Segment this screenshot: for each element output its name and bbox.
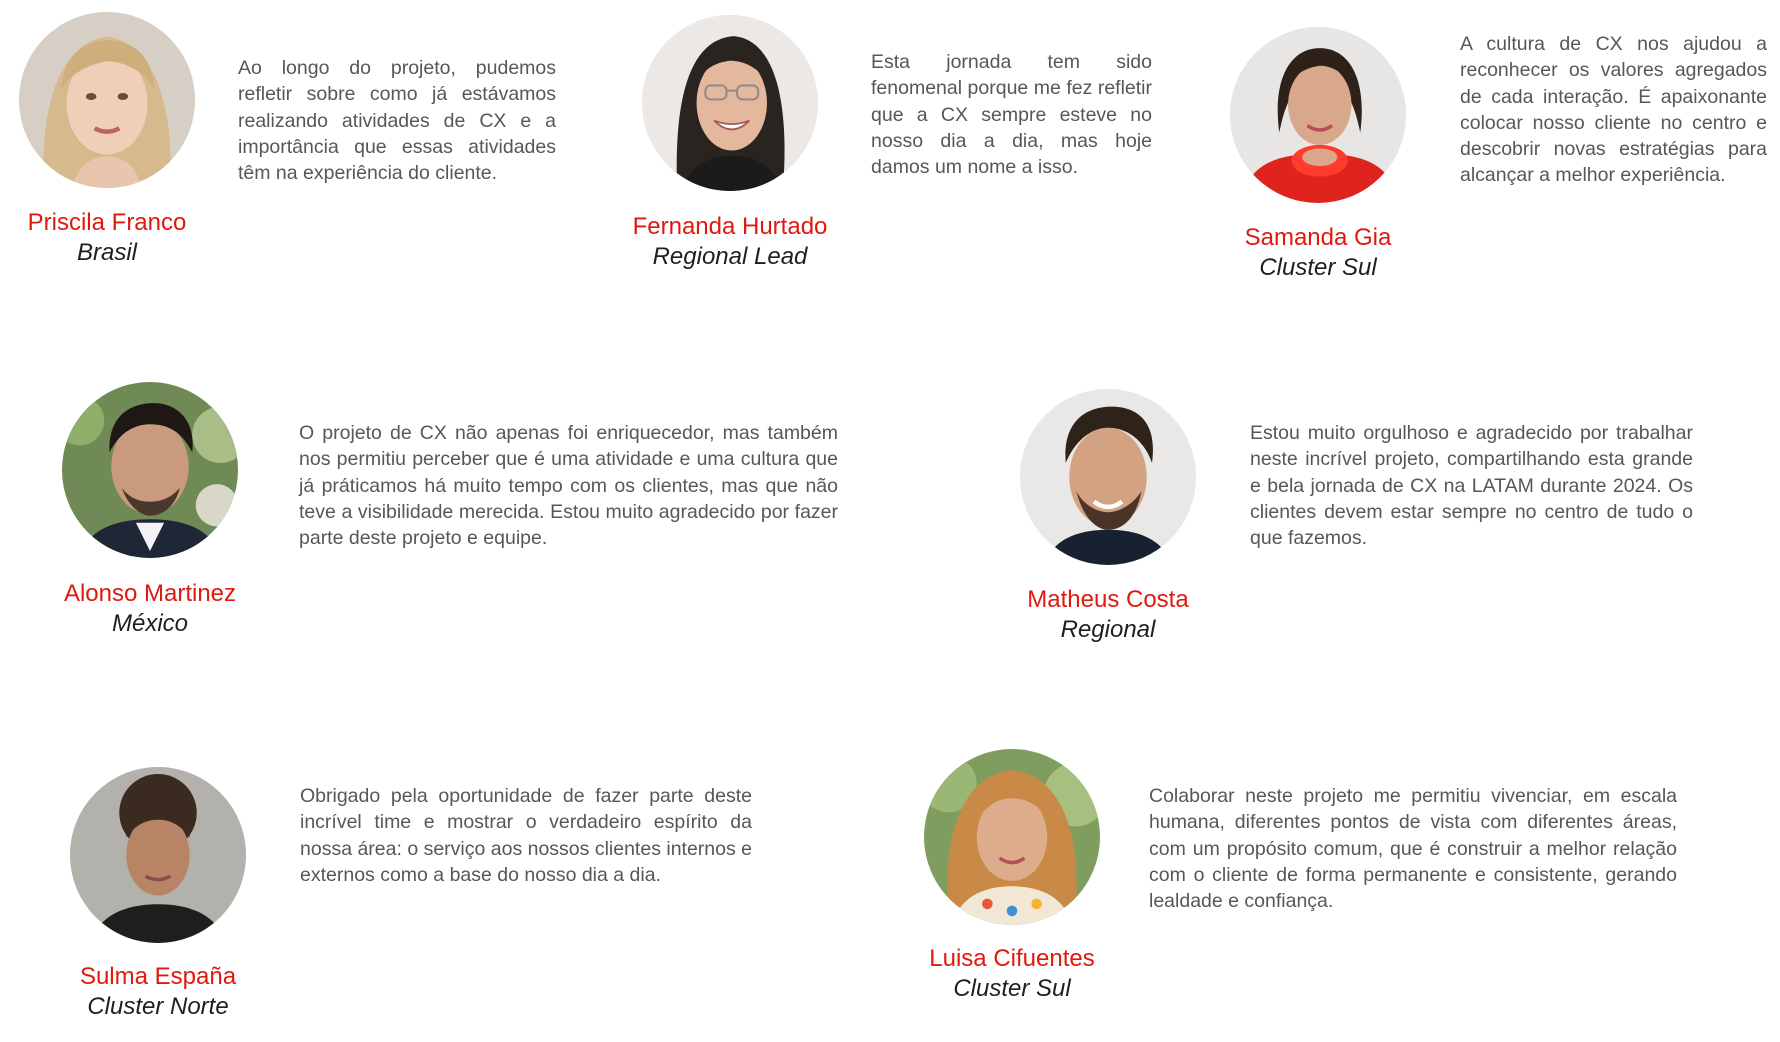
testimonial-quote: Obrigado pela oportunidade de fazer part… bbox=[300, 785, 752, 886]
testimonial-role: Regional bbox=[1060, 616, 1156, 643]
avatar-alonso-martinez bbox=[62, 382, 238, 558]
avatar-sulma-espana bbox=[70, 767, 246, 943]
testimonial-quote: A cultura de CX nos ajudou a reconhecer … bbox=[1460, 33, 1767, 187]
testimonial-name: Luisa Cifuentes bbox=[929, 945, 1095, 972]
avatar-fernanda-hurtado bbox=[642, 15, 818, 191]
avatar-matheus-costa bbox=[1020, 389, 1196, 565]
testimonial-role: Regional Lead bbox=[652, 243, 808, 270]
avatar-priscila-franco bbox=[19, 12, 195, 188]
portrait-samanda-gia bbox=[1230, 27, 1406, 203]
testimonial-name: Matheus Costa bbox=[1027, 586, 1189, 613]
testimonial-quote: O projeto de CX não apenas foi enriquece… bbox=[299, 422, 838, 550]
testimonial-role: Cluster Norte bbox=[87, 993, 229, 1020]
testimonial-name: Sulma España bbox=[79, 963, 237, 990]
testimonial-quote: Esta jornada tem sido fenomenal porque m… bbox=[871, 51, 1152, 179]
portrait-alonso-martinez bbox=[62, 382, 238, 558]
portrait-luisa-cifuentes bbox=[924, 749, 1100, 925]
portrait-sulma-espana bbox=[70, 767, 246, 943]
portrait-priscila-franco bbox=[19, 12, 195, 188]
testimonial-quote: Ao longo do projeto, pudemos refletir so… bbox=[238, 57, 556, 185]
avatar-samanda-gia bbox=[1230, 27, 1406, 203]
testimonial-name: Priscila Franco bbox=[27, 209, 187, 236]
testimonial-quote: Colaborar neste projeto me permitiu vive… bbox=[1149, 785, 1677, 913]
testimonial-role: Brasil bbox=[76, 239, 137, 266]
testimonial-name: Samanda Gia bbox=[1244, 224, 1392, 251]
testimonial-name: Alonso Martinez bbox=[63, 580, 237, 607]
testimonial-name: Fernanda Hurtado bbox=[632, 213, 828, 240]
testimonial-role: México bbox=[111, 610, 189, 637]
testimonial-role: Cluster Sul bbox=[1259, 254, 1377, 281]
portrait-matheus-costa bbox=[1020, 389, 1196, 565]
portrait-fernanda-hurtado bbox=[642, 15, 818, 191]
avatar-luisa-cifuentes bbox=[924, 749, 1100, 925]
testimonial-quote: Estou muito orgulhoso e agradecido por t… bbox=[1250, 422, 1693, 550]
testimonial-role: Cluster Sul bbox=[953, 975, 1071, 1002]
